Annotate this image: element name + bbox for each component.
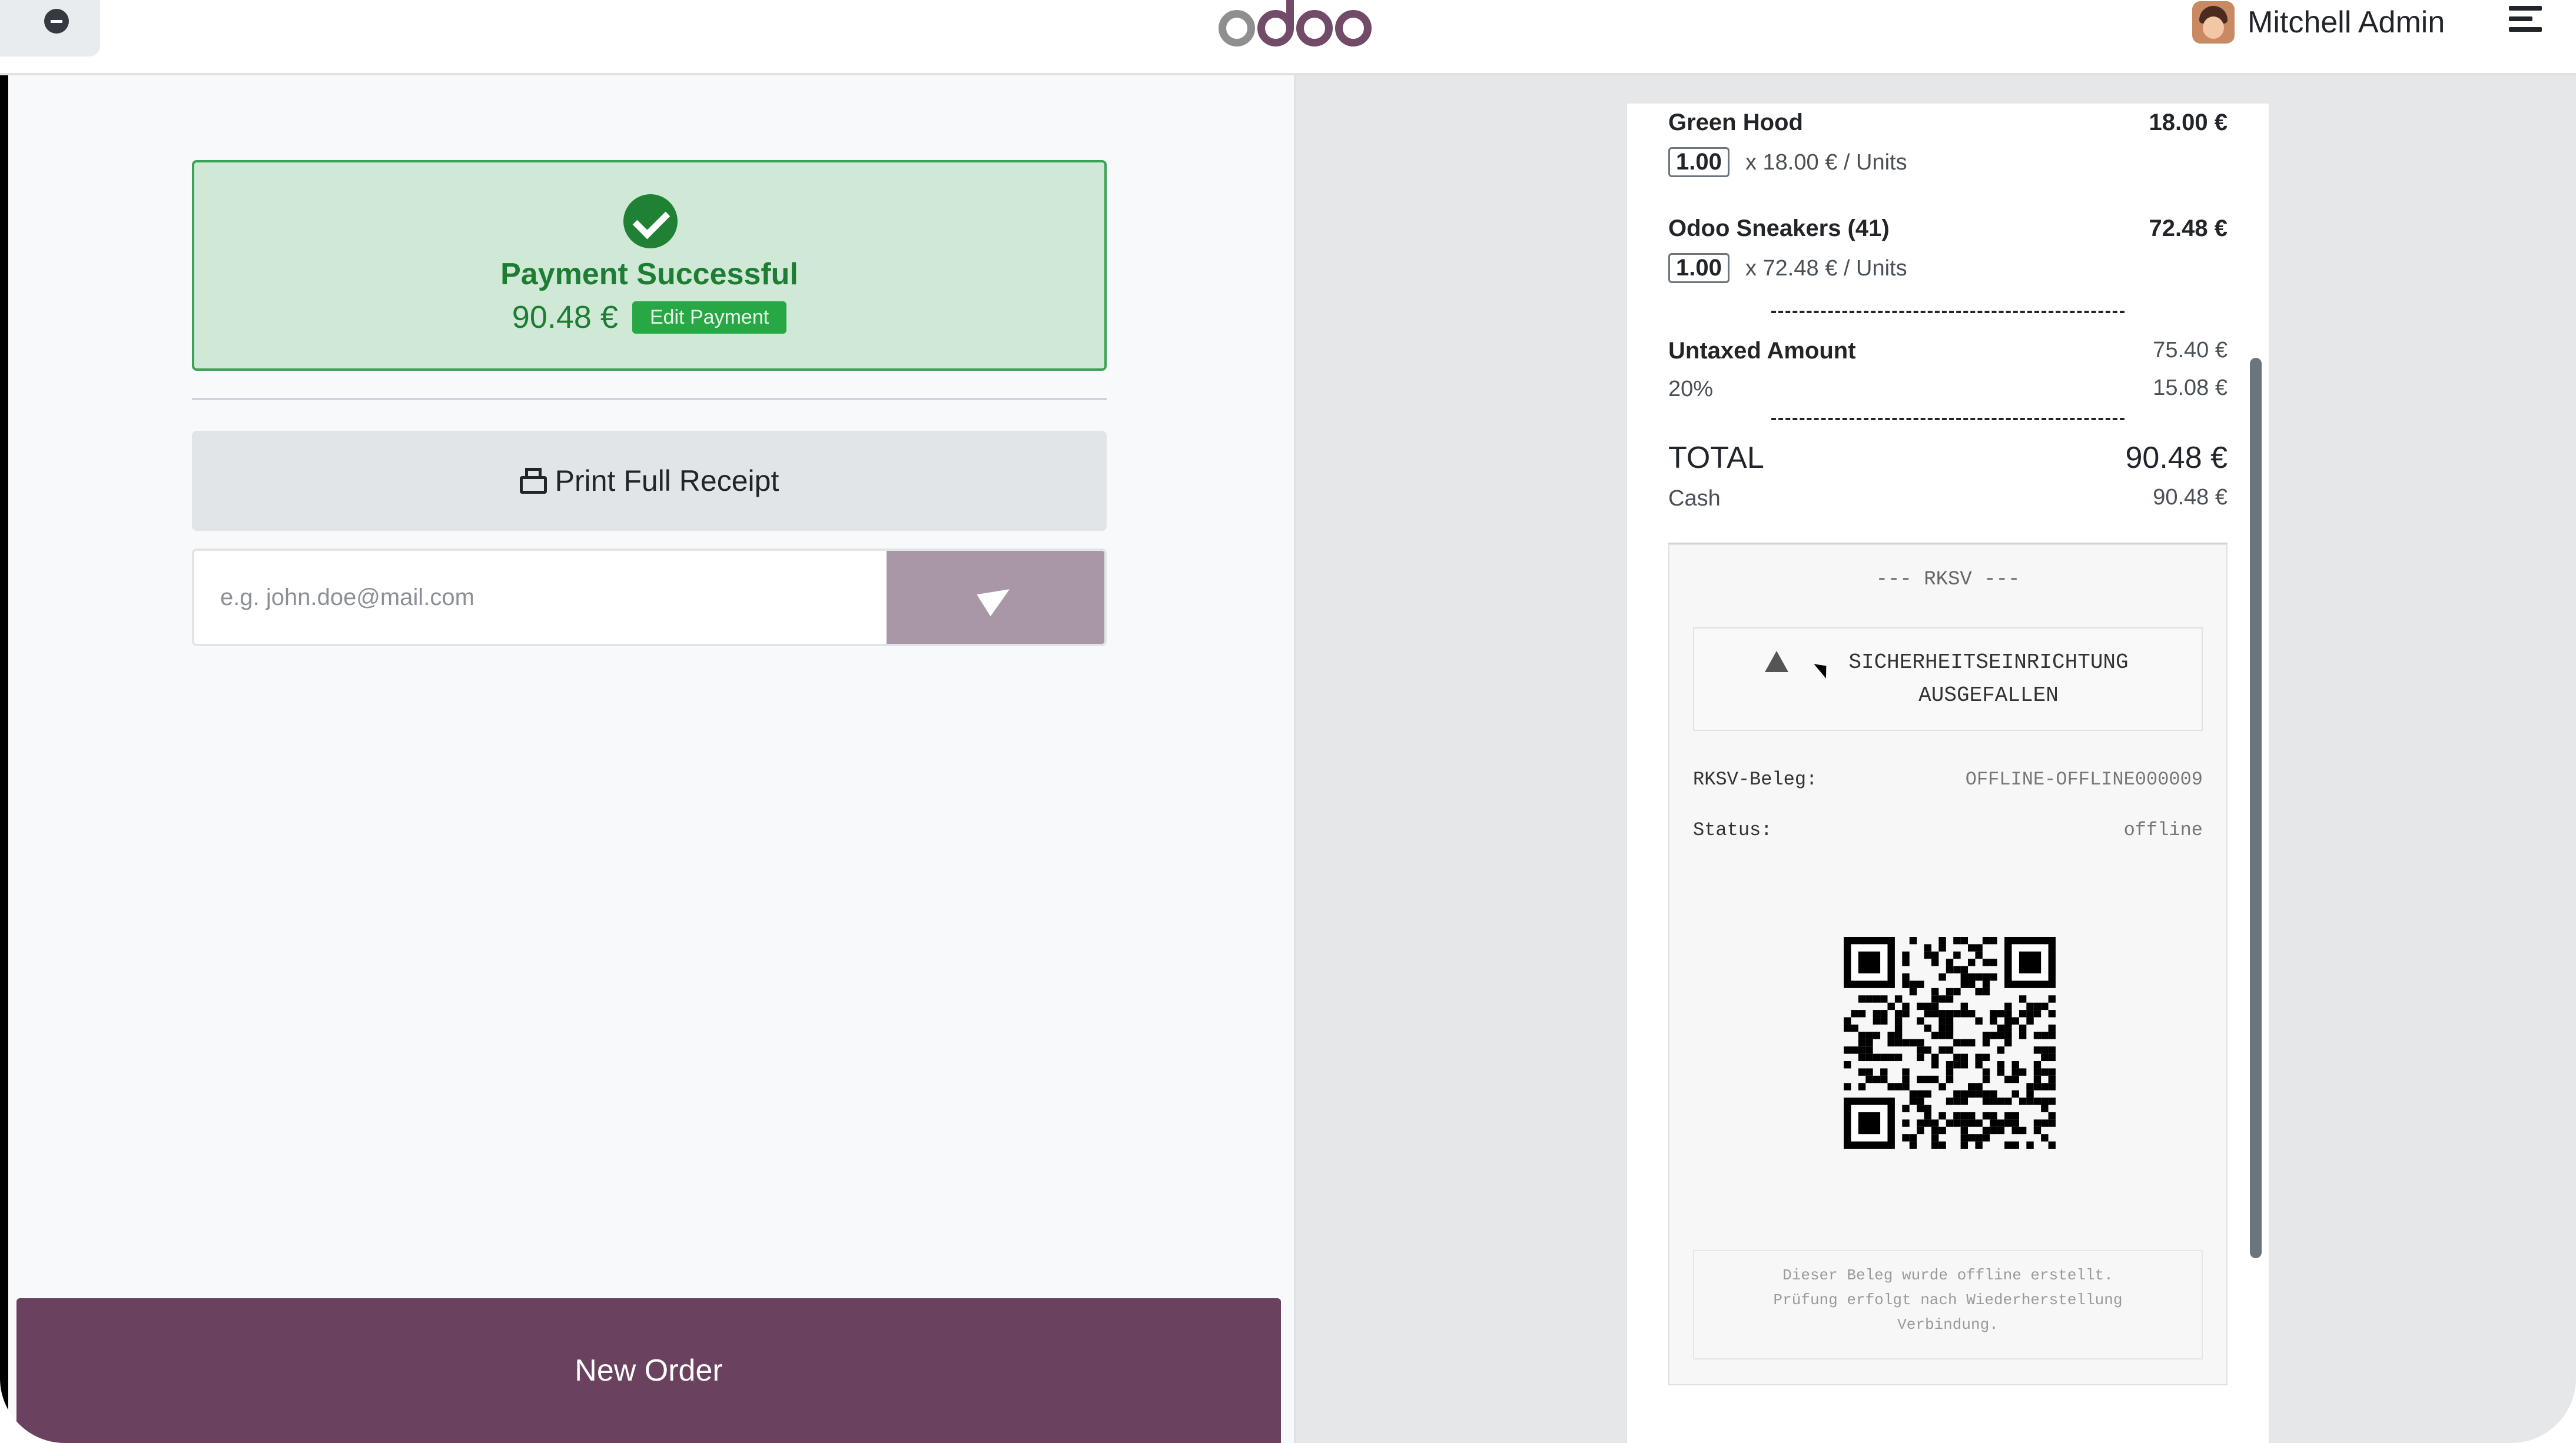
minus-circle-icon xyxy=(44,9,69,34)
tse-warning-box: SICHERHEITSEINRICHTUNG AUSGEFALLEN xyxy=(1693,627,2203,731)
receipt-line: Odoo Sneakers (41) 72.48 € xyxy=(1668,215,2228,242)
hamburger-menu-icon[interactable] xyxy=(2509,6,2542,34)
line-qty: 1.00 xyxy=(1668,253,1729,283)
email-input[interactable] xyxy=(194,551,889,644)
untaxed-row: Untaxed Amount 75.40 € xyxy=(1668,338,2228,364)
total-row: TOTAL 90.48 € xyxy=(1668,440,2228,476)
line-unit-price: x 18.00 € / Units xyxy=(1745,150,1907,175)
line-qty: 1.00 xyxy=(1668,147,1729,177)
email-receipt-group xyxy=(192,548,1107,646)
warning-line: AUSGEFALLEN xyxy=(1918,683,2059,707)
footer-line: Dieser Beleg wurde offline erstellt. xyxy=(1782,1266,2113,1284)
tax-label: 20% xyxy=(1668,377,1714,401)
tse-section: --- RKSV --- SICHERHEITSEINRICHTUNG AUSG… xyxy=(1668,544,2228,1385)
window-edge xyxy=(0,0,8,1443)
tse-footer: Dieser Beleg wurde offline erstellt. Prü… xyxy=(1693,1250,2203,1359)
avatar xyxy=(2192,1,2235,44)
divider xyxy=(192,398,1107,400)
receipt-scrollbar[interactable] xyxy=(2250,358,2262,1258)
edit-payment-button[interactable]: Edit Payment xyxy=(632,301,787,334)
cash-row: Cash 90.48 € xyxy=(1668,485,2228,511)
print-receipt-button[interactable]: Print Full Receipt xyxy=(192,431,1107,531)
logo-letter-o xyxy=(1335,10,1372,46)
line-price: 72.48 € xyxy=(2149,215,2228,241)
product-name: Green Hood xyxy=(1668,109,1803,135)
send-email-button[interactable] xyxy=(887,551,1104,644)
tse-beleg-row: RKSV-Beleg: OFFLINE-OFFLINE000009 xyxy=(1693,769,2203,790)
tse-warning-text: SICHERHEITSEINRICHTUNG AUSGEFALLEN xyxy=(1818,646,2159,712)
logo-letter-d xyxy=(1257,0,1294,46)
status-value: offline xyxy=(2123,819,2203,841)
paper-plane-icon xyxy=(977,578,1017,617)
tse-status-row: Status: offline xyxy=(1693,819,2203,841)
app-window: Mitchell Admin Payment Successful 90.48 … xyxy=(0,0,2576,1443)
payment-status-title: Payment Successful xyxy=(500,257,798,291)
warning-line: SICHERHEITSEINRICHTUNG xyxy=(1848,650,2129,674)
line-qty-row: 1.00 x 18.00 € / Units xyxy=(1668,147,2228,177)
footer-line: Prüfung erfolgt nach Wiederherstellung xyxy=(1773,1291,2123,1309)
print-receipt-label: Print Full Receipt xyxy=(555,464,779,497)
printer-icon xyxy=(519,468,547,494)
dashed-separator xyxy=(1771,311,2124,313)
tax-row: 20% 15.08 € xyxy=(1668,375,2228,402)
user-menu[interactable]: Mitchell Admin xyxy=(2192,0,2445,45)
line-qty-row: 1.00 x 72.48 € / Units xyxy=(1668,253,2228,283)
top-navbar: Mitchell Admin xyxy=(0,0,2576,75)
payment-panel: Payment Successful 90.48 € Edit Payment … xyxy=(8,75,1294,1443)
back-menu-button[interactable] xyxy=(0,0,100,56)
line-unit-price: x 72.48 € / Units xyxy=(1745,256,1907,281)
tse-header: --- RKSV --- xyxy=(1875,568,2020,591)
beleg-value: OFFLINE-OFFLINE000009 xyxy=(1965,769,2203,790)
footer-line: Verbindung. xyxy=(1897,1316,1999,1334)
status-label: Status: xyxy=(1693,819,1772,841)
payment-success-box: Payment Successful 90.48 € Edit Payment xyxy=(192,160,1107,371)
receipt: Green Hood 18.00 € 1.00 x 18.00 € / Unit… xyxy=(1626,104,2270,1443)
total-label: TOTAL xyxy=(1668,441,1764,475)
cash-value: 90.48 € xyxy=(2153,485,2228,510)
warning-icon xyxy=(1765,651,1788,672)
new-order-button[interactable]: New Order xyxy=(16,1298,1281,1443)
cash-label: Cash xyxy=(1668,486,1721,511)
qr-code xyxy=(1844,937,2056,1149)
beleg-label: RKSV-Beleg: xyxy=(1693,769,1818,790)
line-price: 18.00 € xyxy=(2149,109,2228,135)
total-value: 90.48 € xyxy=(2125,441,2228,475)
logo-letter-o xyxy=(1219,10,1255,46)
check-circle-icon xyxy=(623,194,678,248)
odoo-logo xyxy=(1219,0,1372,56)
untaxed-label: Untaxed Amount xyxy=(1668,338,1856,364)
receipt-panel: Green Hood 18.00 € 1.00 x 18.00 € / Unit… xyxy=(1294,75,2576,1443)
dashed-separator xyxy=(1771,418,2124,420)
payment-amount: 90.48 € xyxy=(512,300,618,335)
untaxed-value: 75.40 € xyxy=(2153,338,2228,363)
user-name: Mitchell Admin xyxy=(2248,5,2445,39)
logo-letter-o xyxy=(1296,10,1333,46)
tax-value: 15.08 € xyxy=(2153,375,2228,400)
receipt-line: Green Hood 18.00 € xyxy=(1668,109,2228,136)
product-name: Odoo Sneakers (41) xyxy=(1668,215,1890,241)
